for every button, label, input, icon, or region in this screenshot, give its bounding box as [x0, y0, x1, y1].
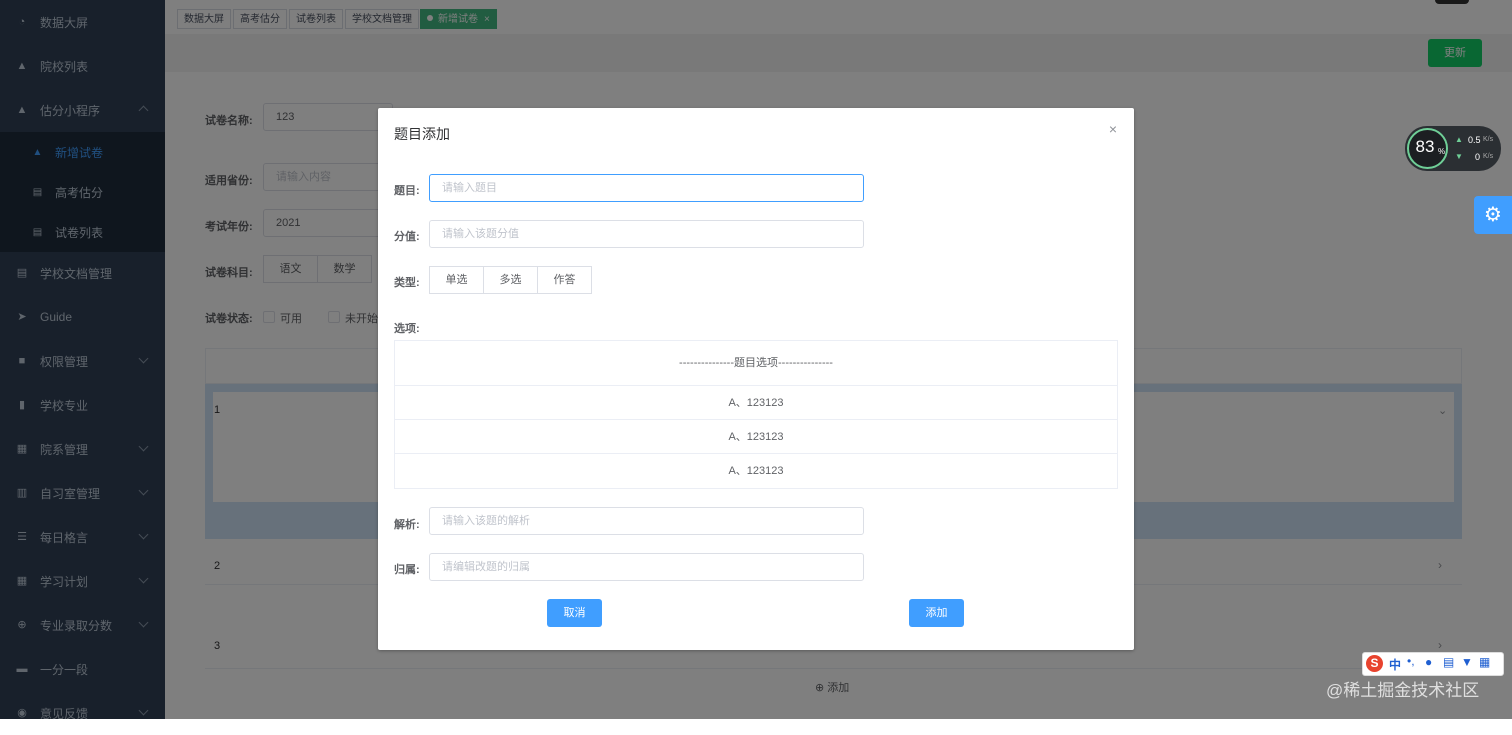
type-single-button[interactable]: 单选 [429, 266, 484, 294]
score-input[interactable]: 请输入该题分值 [429, 220, 864, 248]
download-icon: ▼ [1455, 152, 1463, 161]
network-monitor-widget[interactable]: 83 % ▲ 0.5 K/s ▼ 0 K/s [1405, 126, 1501, 171]
score-label: 分值: [394, 231, 420, 243]
microphone-icon[interactable]: ● [1425, 655, 1432, 669]
question-input[interactable]: 请输入题目 [429, 174, 864, 202]
options-label: 选项: [394, 323, 420, 335]
question-label: 题目: [394, 185, 420, 197]
download-speed: 0 [1475, 152, 1481, 162]
add-question-dialog: 题目添加 × 题目: 请输入题目 分值: 请输入该题分值 类型: 单选 多选 作… [378, 108, 1134, 650]
ime-mode[interactable]: 中 [1389, 656, 1401, 673]
analysis-input[interactable]: 请输入该题的解析 [429, 507, 864, 535]
close-icon[interactable]: × [1106, 122, 1120, 136]
upload-speed: 0.5 [1468, 135, 1481, 145]
type-label: 类型: [394, 277, 420, 289]
belong-input[interactable]: 请编辑改题的归属 [429, 553, 864, 581]
upload-icon: ▲ [1455, 135, 1463, 144]
dialog-title: 题目添加 [394, 126, 450, 142]
analysis-label: 解析: [394, 519, 420, 531]
upload-unit: K/s [1483, 136, 1494, 143]
download-unit: K/s [1483, 153, 1494, 160]
sogou-logo-icon: S [1366, 655, 1383, 672]
type-answer-button[interactable]: 作答 [537, 266, 592, 294]
skin-icon[interactable]: ▼ [1461, 655, 1473, 669]
keyboard-icon[interactable]: ▤ [1443, 655, 1454, 669]
toolbox-icon[interactable]: ▦ [1479, 655, 1490, 669]
option-row[interactable]: A、123123 [395, 420, 1117, 454]
add-button[interactable]: 添加 [909, 599, 964, 627]
punctuation-icon[interactable]: •, [1407, 654, 1415, 668]
type-multiple-button[interactable]: 多选 [483, 266, 538, 294]
belong-label: 归属: [394, 564, 420, 576]
memory-percent: 83 [1415, 137, 1435, 156]
settings-gear-icon[interactable]: ⚙ [1474, 196, 1512, 234]
option-row[interactable]: A、123123 [395, 386, 1117, 420]
option-row[interactable]: A、123123 [395, 454, 1117, 488]
percent-unit: % [1438, 147, 1446, 156]
options-header: ---------------题目选项--------------- [395, 341, 1117, 386]
ime-toolbar[interactable]: S 中 •, ● ▤ ▼ ▦ [1362, 652, 1504, 676]
cancel-button[interactable]: 取消 [547, 599, 602, 627]
options-table: ---------------题目选项--------------- A、123… [394, 340, 1118, 489]
watermark: @稀土掘金技术社区 [1326, 681, 1480, 700]
